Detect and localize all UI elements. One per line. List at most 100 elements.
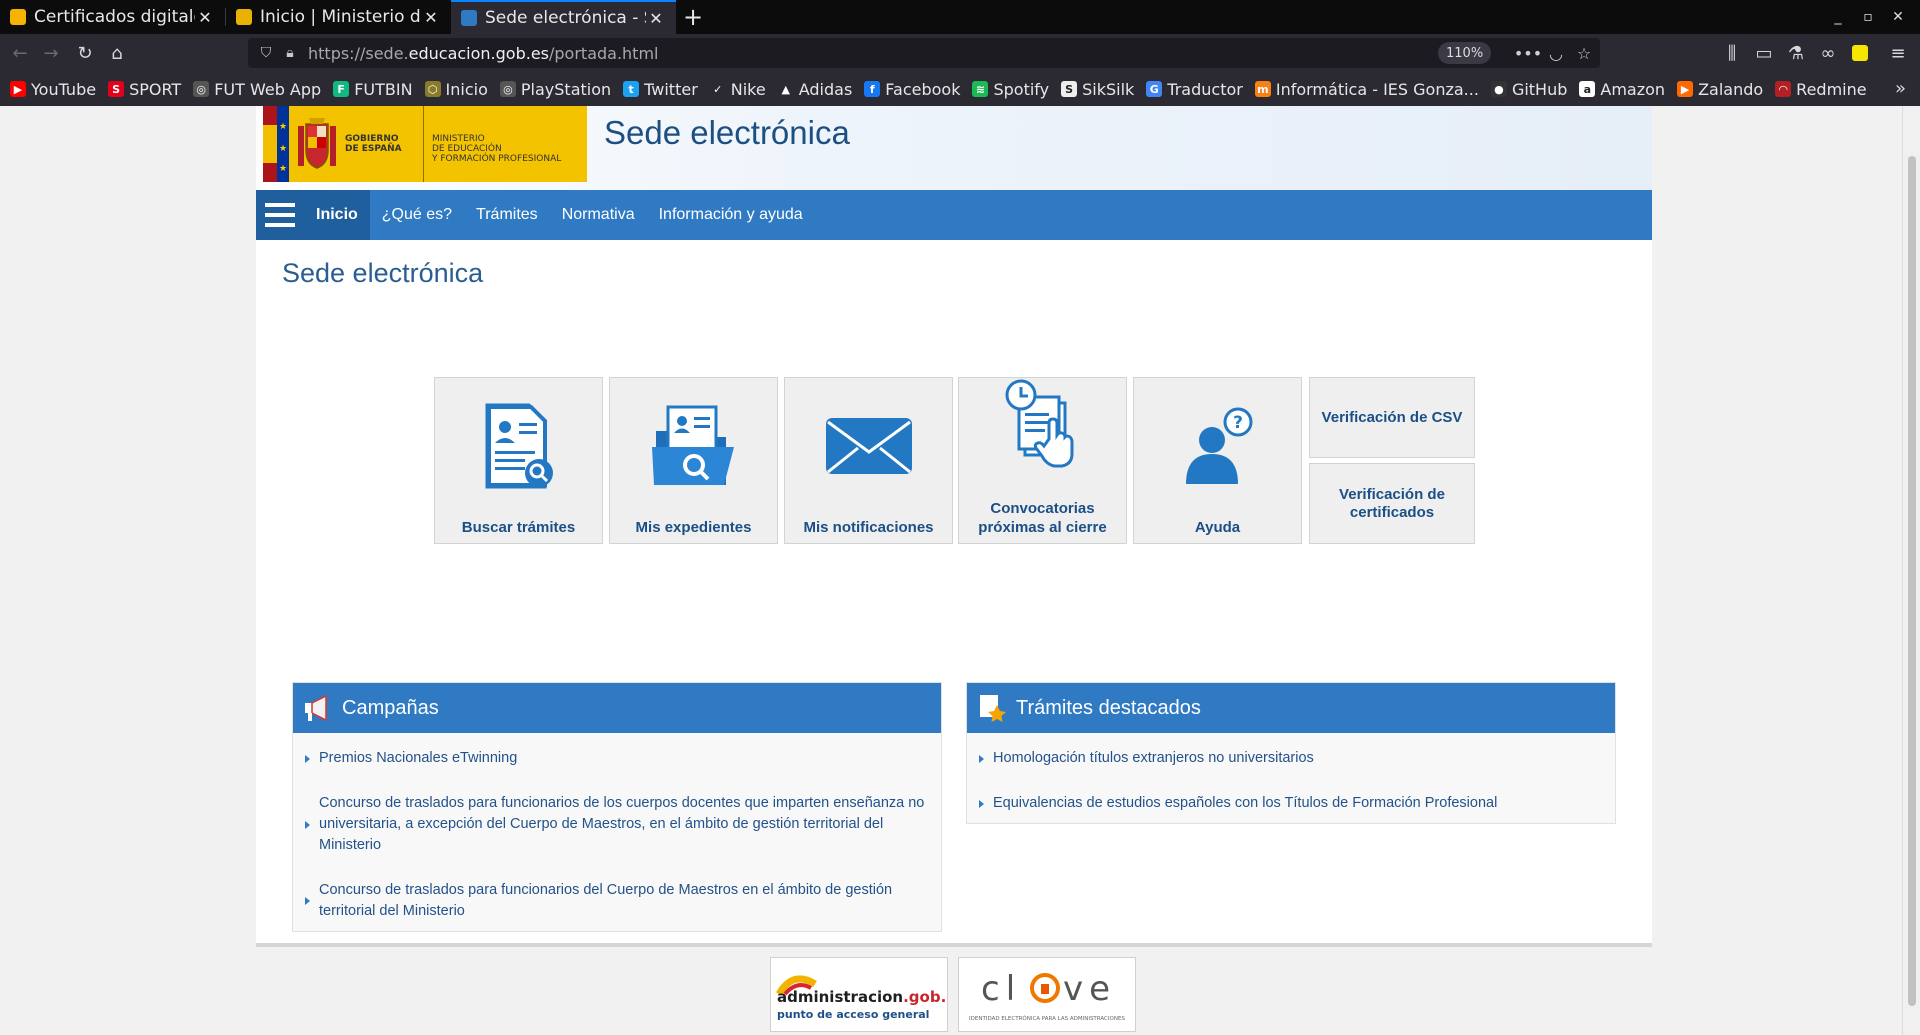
tab-certificados[interactable]: Certificados digitales ✕ [0, 0, 225, 34]
admin-logo-suffix-text: .gob.es [903, 988, 947, 1006]
tile-mis-notificaciones[interactable]: Mis notificaciones [784, 377, 953, 544]
reload-icon[interactable]: ↻ [71, 39, 99, 67]
tile-verificacion-csv[interactable]: Verificación de CSV [1309, 377, 1475, 458]
bookmark-favicon-icon: ≋ [972, 81, 989, 97]
tab-title: Inicio | Ministerio de E [260, 7, 421, 27]
bookmark-label: Twitter [644, 79, 698, 99]
nav-informacion-ayuda[interactable]: Información y ayuda [647, 190, 815, 240]
nav-tramites[interactable]: Trámites [464, 190, 550, 240]
tab-close-icon[interactable]: ✕ [195, 8, 215, 27]
eu-flag-strip: ★ ★ ★ [277, 106, 289, 182]
private-mask-icon[interactable]: ∞ [1814, 39, 1842, 67]
library-icon[interactable]: ⫼ [1718, 39, 1746, 67]
bookmark-item[interactable]: ◎ PlayStation [499, 80, 611, 99]
bookmark-favicon-icon: ▶ [10, 81, 26, 97]
bookmark-item[interactable]: ▶ YouTube [10, 80, 96, 99]
bookmark-label: YouTube [31, 79, 97, 99]
bookmark-item[interactable]: a Amazon [1579, 80, 1665, 99]
campaign-link[interactable]: Concurso de traslados para funcionarios … [295, 873, 939, 929]
bookmark-item[interactable]: m Informática - IES Gonza... [1254, 80, 1479, 99]
tile-buscar-tramites[interactable]: Buscar trámites [434, 377, 603, 544]
extension-yellow-icon[interactable] [1846, 39, 1874, 67]
bookmark-item[interactable]: S SPORT [108, 80, 181, 99]
back-arrow-icon[interactable]: ← [6, 39, 34, 67]
lock-icon[interactable]: 🔒︎ [278, 41, 302, 65]
nav-que-es[interactable]: ¿Qué es? [370, 190, 464, 240]
bookmark-favicon-icon: ◠ [1775, 81, 1792, 97]
bookmark-star-icon[interactable]: ☆ [1572, 41, 1596, 65]
page-container: ★ ★ ★ GOBIERNO DE ESPAÑA MINISTERIO DE EDU [256, 106, 1652, 947]
tab-ministerio[interactable]: Inicio | Ministerio de E ✕ [226, 0, 451, 34]
tile-ayuda[interactable]: ? Ayuda [1133, 377, 1302, 544]
clave-logo[interactable]: cl ve IDENTIDAD ELECTRÓNICA PARA LAS ADM… [958, 957, 1136, 1032]
bookmark-favicon-icon: ▶ [1677, 81, 1694, 97]
tab-close-icon[interactable]: ✕ [646, 9, 666, 28]
gobierno-de-espana-text: GOBIERNO DE ESPAÑA [345, 134, 402, 154]
close-window-icon[interactable]: ✕ [1878, 0, 1918, 34]
bookmark-label: Spotify [993, 79, 1050, 99]
nav-inicio[interactable]: Inicio [304, 190, 370, 240]
featured-panel-header: Trámites destacados [967, 683, 1615, 733]
forward-arrow-icon[interactable]: → [37, 39, 65, 67]
bookmark-label: Redmine [1796, 79, 1867, 99]
administracion-gob-es-logo[interactable]: administracion.gob.es punto de acceso ge… [770, 957, 965, 1032]
government-logo[interactable]: ★ ★ ★ GOBIERNO DE ESPAÑA MINISTERIO DE EDU [263, 106, 587, 182]
tab-sede-electronica[interactable]: Sede electrónica - Sed ✕ [451, 0, 676, 34]
featured-list: Homologación títulos extranjeros no univ… [967, 733, 1615, 823]
home-icon[interactable]: ⌂ [103, 39, 131, 67]
bookmark-label: GitHub [1511, 79, 1568, 99]
bookmark-item[interactable]: ⬡ Inicio [424, 79, 488, 99]
tile-mis-expedientes[interactable]: Mis expedientes [609, 377, 778, 544]
user-help-icon: ? [1134, 396, 1301, 496]
hamburger-menu-icon[interactable] [256, 190, 304, 240]
sidebar-icon[interactable]: ▭ [1750, 39, 1778, 67]
bookmark-label: Nike [730, 79, 766, 99]
tab-favicon-icon [236, 9, 252, 25]
bookmark-label: Inicio [445, 79, 488, 99]
menu-icon[interactable]: ≡ [1884, 39, 1912, 67]
bookmark-item[interactable]: ▲ Adidas [777, 79, 853, 99]
folder-search-icon [610, 396, 777, 496]
bookmark-item[interactable]: ◠ Redmine [1775, 79, 1867, 99]
bookmark-item[interactable]: G Traductor [1146, 80, 1243, 99]
bookmark-item[interactable]: ● GitHub [1490, 79, 1568, 99]
page-scrollbar[interactable] [1902, 106, 1920, 1035]
featured-procedure-link[interactable]: Equivalencias de estudios españoles con … [969, 786, 1613, 821]
address-bar[interactable]: ⛉ 🔒︎ https://sede.educacion.gob.es/porta… [248, 38, 1600, 68]
bookmark-item[interactable]: t Twitter [623, 80, 698, 99]
extension-icon[interactable]: ⚗ [1782, 39, 1810, 67]
star-document-icon [977, 693, 1007, 723]
featured-procedure-link[interactable]: Homologación títulos extranjeros no univ… [969, 741, 1613, 776]
page-viewport: ★ ★ ★ GOBIERNO DE ESPAÑA MINISTERIO DE EDU [0, 106, 1902, 1035]
bookmark-item[interactable]: ◎ FUT Web App [193, 80, 321, 99]
tile-verificacion-certificados[interactable]: Verificación de certificados [1309, 463, 1475, 544]
bookmark-item[interactable]: f Facebook [864, 80, 960, 99]
bookmark-item[interactable]: ≋ Spotify [972, 80, 1049, 99]
coat-of-arms-icon [289, 106, 345, 182]
tile-convocatorias[interactable]: Convocatorias próximas al cierre [958, 377, 1127, 544]
tile-label: Mis expedientes [635, 519, 752, 536]
bookmark-favicon-icon: f [864, 81, 881, 97]
pocket-icon[interactable]: ◡ [1544, 41, 1568, 65]
bookmark-item[interactable]: ▶ Zalando [1677, 80, 1763, 99]
page-bottom-divider [256, 943, 1652, 947]
browser-nav-bar: ← → ↻ ⌂ ⛉ 🔒︎ https://sede.educacion.gob.… [0, 34, 1920, 72]
url-host: educacion.gob.es [408, 43, 549, 63]
bookmark-label: Adidas [798, 79, 853, 99]
tracking-shield-icon[interactable]: ⛉ [254, 41, 278, 65]
scrollbar-thumb[interactable] [1908, 156, 1916, 1006]
new-tab-button[interactable]: + [676, 0, 710, 34]
tab-close-icon[interactable]: ✕ [421, 8, 441, 27]
page-actions-icon[interactable]: ••• [1514, 41, 1542, 65]
nav-normativa[interactable]: Normativa [550, 190, 647, 240]
campaign-link[interactable]: Concurso de traslados para funcionarios … [295, 786, 939, 863]
site-title[interactable]: Sede electrónica [604, 114, 850, 152]
zoom-level-badge[interactable]: 110% [1438, 42, 1492, 64]
url-text[interactable]: https://sede.educacion.gob.es/portada.ht… [308, 44, 658, 63]
url-scheme: https://sede. [308, 43, 409, 63]
bookmark-item[interactable]: F FUTBIN [333, 80, 413, 99]
bookmark-item[interactable]: S SikSilk [1061, 80, 1134, 99]
bookmarks-overflow-icon[interactable]: » [1895, 78, 1906, 99]
bookmark-item[interactable]: ✓ Nike [709, 79, 766, 99]
campaign-link[interactable]: Premios Nacionales eTwinning [295, 741, 939, 776]
